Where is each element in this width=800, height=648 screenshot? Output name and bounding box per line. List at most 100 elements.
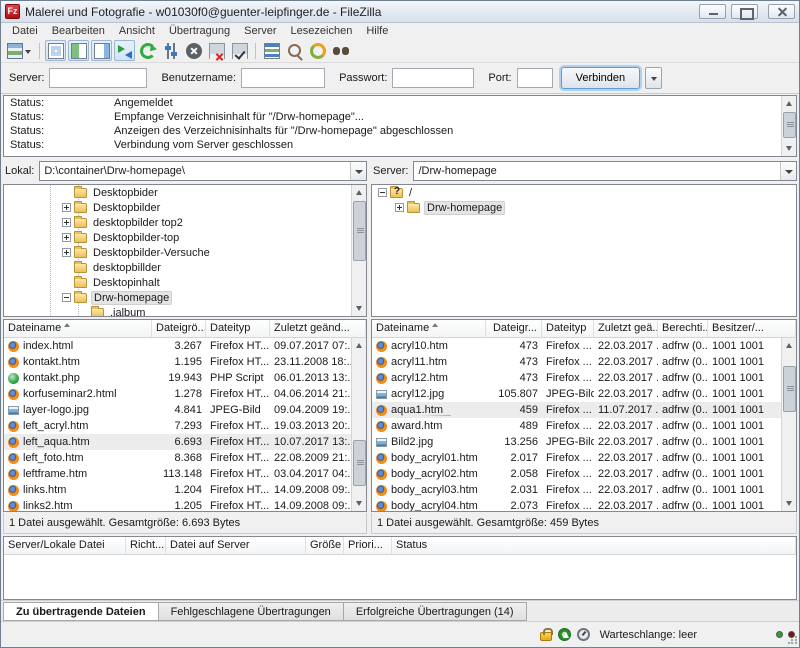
file-row[interactable]: award.htm489Firefox ...22.03.2017 ...adf…: [372, 418, 781, 434]
file-row[interactable]: body_acryl01.htm2.017Firefox ...22.03.20…: [372, 450, 781, 466]
file-row[interactable]: left_acryl.htm7.293Firefox HT...19.03.20…: [4, 418, 351, 434]
file-row[interactable]: acryl10.htm473Firefox ...22.03.2017 ...a…: [372, 338, 781, 354]
port-input[interactable]: [517, 68, 553, 88]
remote-path-combo[interactable]: /Drw-homepage: [413, 161, 797, 181]
file-row[interactable]: kontakt.php19.943PHP Script06.01.2013 13…: [4, 370, 351, 386]
column-header[interactable]: Berechti...: [658, 320, 708, 337]
menu-item-ansicht[interactable]: Ansicht: [112, 24, 162, 38]
column-header[interactable]: Größe: [306, 537, 344, 554]
log-scrollbar[interactable]: [781, 96, 796, 156]
plus-expander-icon[interactable]: [395, 203, 404, 212]
file-row[interactable]: leftframe.htm113.148Firefox HT...03.04.2…: [4, 466, 351, 482]
close-button[interactable]: [768, 4, 795, 19]
file-row[interactable]: acryl12.jpg105.807JPEG-Bild22.03.2017 ..…: [372, 386, 781, 402]
file-row[interactable]: left_aqua.htm6.693Firefox HT...10.07.201…: [4, 434, 351, 450]
file-row[interactable]: links2.htm1.205Firefox HT...14.09.2008 0…: [4, 498, 351, 511]
maximize-button[interactable]: [731, 4, 758, 19]
column-header[interactable]: Dateiname: [4, 320, 152, 337]
scroll-down-icon[interactable]: [353, 302, 366, 315]
column-header[interactable]: Status: [392, 537, 796, 554]
file-row[interactable]: Bild2.jpg13.256JPEG-Bild22.03.2017 ...ad…: [372, 434, 781, 450]
toggle-remote-tree-button[interactable]: [91, 40, 112, 61]
username-input[interactable]: [241, 68, 325, 88]
tree-item[interactable]: Desktopbilder-Versuche: [4, 245, 351, 260]
local-list-scrollbar[interactable]: [351, 338, 366, 511]
local-tree-scrollbar-thumb[interactable]: [353, 201, 366, 261]
column-header[interactable]: Dateiname: [372, 320, 486, 337]
plus-expander-icon[interactable]: [62, 233, 71, 242]
toggle-message-log-button[interactable]: [45, 40, 66, 61]
tree-item[interactable]: /: [372, 185, 796, 200]
tree-item[interactable]: Desktopinhalt: [4, 275, 351, 290]
column-header[interactable]: Dateigrö...: [152, 320, 206, 337]
menu-item-server[interactable]: Server: [237, 24, 283, 38]
refresh-button[interactable]: [137, 40, 158, 61]
file-row[interactable]: body_acryl03.htm2.031Firefox ...22.03.20…: [372, 482, 781, 498]
menu-item-übertragung[interactable]: Übertragung: [162, 24, 237, 38]
queue-tab-2[interactable]: Fehlgeschlagene Übertragungen: [158, 602, 343, 621]
column-header[interactable]: Zuletzt geänd...: [270, 320, 366, 337]
remote-list-scrollbar-thumb[interactable]: [783, 366, 796, 412]
file-row[interactable]: index.html3.267Firefox HT...09.07.2017 0…: [4, 338, 351, 354]
scroll-down-icon[interactable]: [783, 142, 796, 155]
local-path-combo[interactable]: D:\container\Drw-homepage\: [39, 161, 367, 181]
file-row[interactable]: layer-logo.jpg4.841JPEG-Bild09.04.2009 1…: [4, 402, 351, 418]
plus-expander-icon[interactable]: [62, 203, 71, 212]
tree-item[interactable]: Desktopbilder: [4, 200, 351, 215]
scroll-up-icon[interactable]: [353, 339, 366, 352]
column-header[interactable]: Dateigr...: [486, 320, 542, 337]
column-header[interactable]: Datei auf Server: [166, 537, 306, 554]
cancel-operation-button[interactable]: [183, 40, 204, 61]
file-row[interactable]: acryl12.htm473Firefox ...22.03.2017 ...a…: [372, 370, 781, 386]
quickconnect-dropdown-button[interactable]: [645, 67, 662, 89]
tree-item[interactable]: .jalbum: [4, 305, 351, 316]
site-manager-button[interactable]: [6, 40, 34, 61]
file-row[interactable]: body_acryl02.htm2.058Firefox ...22.03.20…: [372, 466, 781, 482]
menu-item-datei[interactable]: Datei: [5, 24, 45, 38]
file-row[interactable]: body_acryl04.htm2.073Firefox ...22.03.20…: [372, 498, 781, 511]
file-row[interactable]: acryl11.htm473Firefox ...22.03.2017 ...a…: [372, 354, 781, 370]
tree-item[interactable]: desktopbillder: [4, 260, 351, 275]
scroll-down-icon[interactable]: [353, 497, 366, 510]
column-header[interactable]: Besitzer/...: [708, 320, 796, 337]
plus-expander-icon[interactable]: [62, 248, 71, 257]
menu-item-lesezeichen[interactable]: Lesezeichen: [284, 24, 360, 38]
scroll-up-icon[interactable]: [353, 186, 366, 199]
file-row[interactable]: korfuseminar2.html1.278Firefox HT...04.0…: [4, 386, 351, 402]
file-row[interactable]: kontakt.htm1.195Firefox HT...23.11.2008 …: [4, 354, 351, 370]
quickconnect-button[interactable]: Verbinden: [561, 67, 641, 89]
server-input[interactable]: [49, 68, 147, 88]
minus-expander-icon[interactable]: [62, 293, 71, 302]
column-header[interactable]: Dateityp: [206, 320, 270, 337]
remote-list-scrollbar[interactable]: [781, 338, 796, 511]
tree-item[interactable]: Drw-homepage: [372, 200, 796, 215]
disconnect-button[interactable]: [206, 40, 227, 61]
file-row[interactable]: links.htm1.204Firefox HT...14.09.2008 09…: [4, 482, 351, 498]
tree-item[interactable]: Desktopbilder-top: [4, 230, 351, 245]
column-header[interactable]: Priori...: [344, 537, 392, 554]
scroll-down-icon[interactable]: [783, 497, 796, 510]
local-path-dropdown-icon[interactable]: [350, 162, 366, 180]
remote-path-dropdown-icon[interactable]: [780, 162, 796, 180]
synchronized-browsing-button[interactable]: [307, 40, 328, 61]
scroll-up-icon[interactable]: [783, 339, 796, 352]
minus-expander-icon[interactable]: [378, 188, 387, 197]
minimize-button[interactable]: [699, 4, 726, 19]
filter-button[interactable]: [261, 40, 282, 61]
password-input[interactable]: [392, 68, 474, 88]
reconnect-button[interactable]: [229, 40, 250, 61]
file-row[interactable]: aqua1.htm459Firefox ...11.07.2017 ...adf…: [372, 402, 781, 418]
toggle-local-tree-button[interactable]: [68, 40, 89, 61]
column-header[interactable]: Zuletzt geä...: [594, 320, 658, 337]
plus-expander-icon[interactable]: [62, 218, 71, 227]
column-header[interactable]: Richt...: [126, 537, 166, 554]
process-queue-button[interactable]: [160, 40, 181, 61]
file-row[interactable]: left_foto.htm8.368Firefox HT...22.08.200…: [4, 450, 351, 466]
local-tree-scrollbar[interactable]: [351, 185, 366, 316]
column-header[interactable]: Dateityp: [542, 320, 594, 337]
resize-grip[interactable]: [787, 635, 798, 646]
menu-item-bearbeiten[interactable]: Bearbeiten: [45, 24, 112, 38]
directory-comparison-button[interactable]: [284, 40, 305, 61]
toggle-transfer-queue-button[interactable]: [114, 40, 135, 61]
scroll-up-icon[interactable]: [783, 97, 796, 110]
